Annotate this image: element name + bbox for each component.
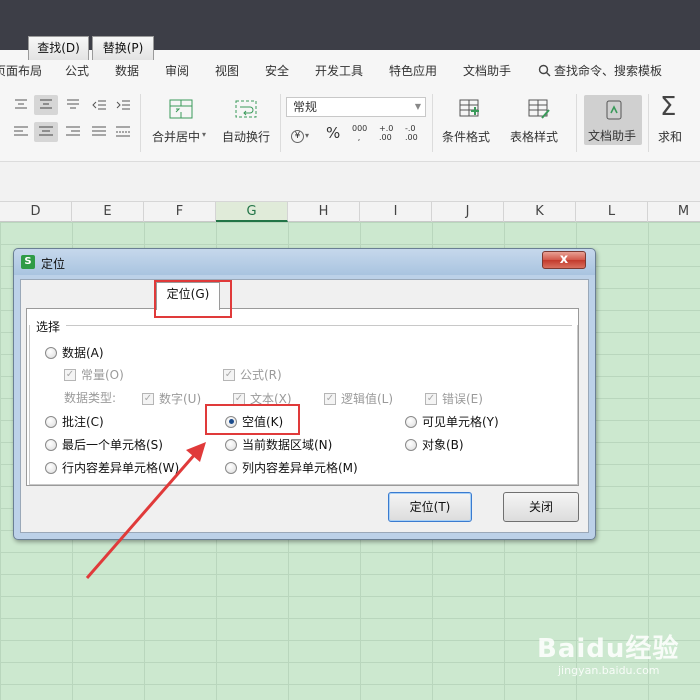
tab-goto[interactable]: 定位(G): [156, 282, 220, 310]
watermark-url: jingyan.baidu.com: [558, 664, 660, 677]
annotation-arrow: [85, 442, 206, 579]
watermark-logo: Baidu经验: [537, 634, 680, 664]
